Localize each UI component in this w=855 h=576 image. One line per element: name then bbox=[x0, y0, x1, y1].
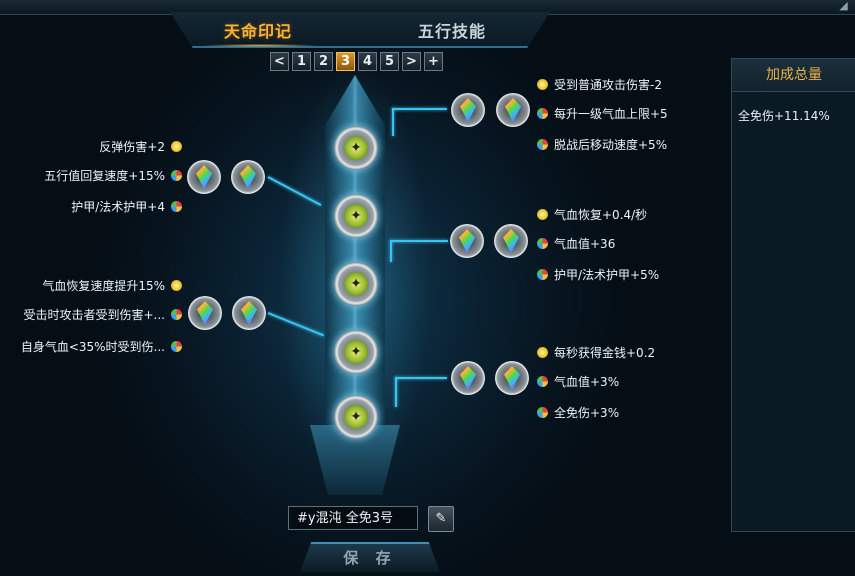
bonus-summary-panel: 加成总量 全免伤+11.14% bbox=[731, 58, 855, 532]
mark-icon: ✦ bbox=[344, 136, 368, 160]
attribute-text: 受到普通攻击伤害-2 bbox=[554, 78, 662, 92]
gem-socket[interactable] bbox=[232, 296, 266, 330]
gem-crystal-icon bbox=[197, 301, 213, 325]
gem-socket[interactable] bbox=[451, 93, 485, 127]
attribute-line: 每秒获得金钱+0.2 bbox=[537, 344, 655, 361]
active-tab-indicator bbox=[200, 44, 320, 47]
mark-slot-2[interactable]: ✦ bbox=[334, 194, 378, 238]
gem-crystal-icon bbox=[460, 98, 476, 122]
attribute-text: 气血值+36 bbox=[554, 237, 616, 251]
coin-icon bbox=[537, 79, 548, 90]
gem-crystal-icon bbox=[459, 229, 475, 253]
attribute-line: 自身气血<35%时受到伤... bbox=[21, 338, 182, 355]
mark-slot-5[interactable]: ✦ bbox=[334, 395, 378, 439]
attribute-text: 全免伤+3% bbox=[554, 406, 620, 420]
connector-line bbox=[390, 240, 448, 242]
mark-icon: ✦ bbox=[344, 272, 368, 296]
tab-five-element-skills[interactable]: 五行技能 bbox=[418, 18, 486, 42]
element-icon bbox=[171, 341, 182, 352]
element-icon bbox=[537, 139, 548, 150]
pencil-icon: ✎ bbox=[435, 511, 447, 526]
attribute-line: 气血恢复+0.4/秒 bbox=[537, 206, 647, 223]
attribute-line: 护甲/法术护甲+4 bbox=[71, 198, 182, 215]
gem-socket[interactable] bbox=[187, 160, 221, 194]
element-icon bbox=[171, 201, 182, 212]
element-icon bbox=[171, 309, 182, 320]
attribute-text: 气血恢复速度提升15% bbox=[42, 279, 165, 293]
attribute-text: 脱战后移动速度+5% bbox=[554, 138, 668, 152]
attribute-text: 自身气血<35%时受到伤... bbox=[20, 340, 165, 354]
gem-socket[interactable] bbox=[450, 224, 484, 258]
connector-line bbox=[395, 377, 447, 379]
gem-socket[interactable] bbox=[231, 160, 265, 194]
attribute-text: 气血值+3% bbox=[554, 375, 620, 389]
connector-line bbox=[395, 377, 397, 407]
attribute-line: 气血值+36 bbox=[537, 235, 615, 252]
mark-icon: ✦ bbox=[344, 405, 368, 429]
gem-crystal-icon bbox=[503, 229, 519, 253]
coin-icon bbox=[171, 280, 182, 291]
attribute-line: 受击时攻击者受到伤害+... bbox=[23, 306, 182, 323]
save-button[interactable]: 保 存 bbox=[300, 542, 440, 572]
attribute-line: 全免伤+3% bbox=[537, 404, 619, 421]
coin-icon bbox=[537, 347, 548, 358]
mark-icon: ✦ bbox=[344, 340, 368, 364]
element-icon bbox=[537, 407, 548, 418]
edit-name-button[interactable]: ✎ bbox=[428, 506, 454, 532]
attribute-text: 气血恢复+0.4/秒 bbox=[554, 208, 648, 222]
mark-slot-3[interactable]: ✦ bbox=[334, 262, 378, 306]
attribute-line: 气血值+3% bbox=[537, 373, 619, 390]
element-icon bbox=[537, 376, 548, 387]
connector-line bbox=[392, 108, 394, 136]
connector-line bbox=[392, 108, 447, 110]
window-corner-icon[interactable]: ◢ bbox=[832, 0, 855, 12]
attribute-text: 每升一级气血上限+5 bbox=[554, 107, 668, 121]
gem-crystal-icon bbox=[240, 165, 256, 189]
gem-crystal-icon bbox=[505, 98, 521, 122]
gem-crystal-icon bbox=[196, 165, 212, 189]
element-icon bbox=[537, 269, 548, 280]
bonus-summary-text: 全免伤+11.14% bbox=[738, 109, 830, 123]
attribute-line: 受到普通攻击伤害-2 bbox=[537, 76, 662, 93]
attribute-text: 护甲/法术护甲+4 bbox=[71, 200, 165, 214]
panel-title: 加成总量 bbox=[732, 59, 855, 92]
attribute-text: 五行值回复速度+15% bbox=[44, 169, 165, 183]
mark-icon: ✦ bbox=[344, 204, 368, 228]
attribute-text: 护甲/法术护甲+5% bbox=[554, 268, 660, 282]
mark-slot-4[interactable]: ✦ bbox=[334, 330, 378, 374]
gem-socket[interactable] bbox=[188, 296, 222, 330]
attribute-line: 五行值回复速度+15% bbox=[44, 167, 182, 184]
gem-socket[interactable] bbox=[495, 361, 529, 395]
element-icon bbox=[537, 238, 548, 249]
gem-socket[interactable] bbox=[494, 224, 528, 258]
destiny-mark-screen: ◢ 天命印记 五行技能 < 1 2 3 4 5 > + ✦ ✦ ✦ ✦ ✦ 反弹… bbox=[0, 0, 855, 576]
gem-crystal-icon bbox=[241, 301, 257, 325]
attribute-text: 每秒获得金钱+0.2 bbox=[554, 346, 656, 360]
coin-icon bbox=[171, 141, 182, 152]
coin-icon bbox=[537, 209, 548, 220]
gem-crystal-icon bbox=[460, 366, 476, 390]
element-icon bbox=[537, 108, 548, 119]
element-icon bbox=[171, 170, 182, 181]
attribute-line: 反弹伤害+2 bbox=[99, 138, 182, 155]
mark-slot-1[interactable]: ✦ bbox=[334, 126, 378, 170]
attribute-text: 受击时攻击者受到伤害+... bbox=[23, 308, 166, 322]
tab-destiny-mark[interactable]: 天命印记 bbox=[224, 18, 292, 42]
attribute-line: 气血恢复速度提升15% bbox=[42, 277, 182, 294]
attribute-line: 每升一级气血上限+5 bbox=[537, 105, 668, 122]
connector-line bbox=[390, 240, 392, 262]
attribute-line: 护甲/法术护甲+5% bbox=[537, 266, 659, 283]
attribute-text: 反弹伤害+2 bbox=[99, 140, 165, 154]
attribute-line: 脱战后移动速度+5% bbox=[537, 136, 667, 153]
preset-name-field[interactable]: #y混沌 全免3号 bbox=[288, 506, 418, 530]
gem-crystal-icon bbox=[504, 366, 520, 390]
gem-socket[interactable] bbox=[451, 361, 485, 395]
gem-socket[interactable] bbox=[496, 93, 530, 127]
